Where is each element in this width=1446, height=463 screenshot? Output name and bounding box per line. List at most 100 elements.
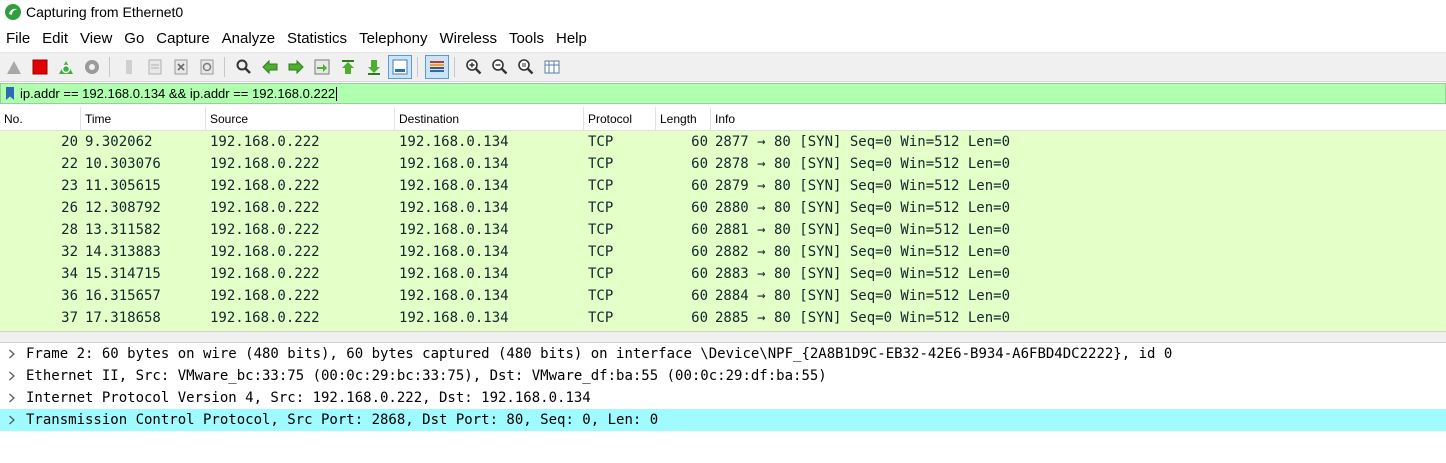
capture-options-button[interactable]: [80, 55, 104, 79]
chevron-right-icon[interactable]: [6, 365, 18, 387]
main-toolbar: [0, 52, 1446, 82]
cell-no: 22: [61, 156, 78, 172]
cell-destination: 192.168.0.134: [399, 178, 509, 194]
zoom-in-button[interactable]: [462, 55, 486, 79]
start-capture-button[interactable]: [2, 55, 26, 79]
detail-tree-label: Transmission Control Protocol, Src Port:…: [26, 412, 659, 428]
column-header-info[interactable]: Info: [711, 107, 1446, 131]
restart-capture-button[interactable]: [54, 55, 78, 79]
menu-telephony[interactable]: Telephony: [353, 28, 433, 50]
menu-analyze[interactable]: Analyze: [216, 28, 281, 50]
cell-protocol: TCP: [588, 134, 614, 150]
column-header-protocol[interactable]: Protocol: [584, 107, 656, 131]
detail-tree-row[interactable]: Transmission Control Protocol, Src Port:…: [0, 409, 1446, 431]
window-title: Capturing from Ethernet0: [26, 4, 184, 20]
cell-source: 192.168.0.222: [210, 200, 320, 216]
menu-bar: File Edit View Go Capture Analyze Statis…: [0, 28, 1446, 50]
cell-source: 192.168.0.222: [210, 134, 320, 150]
menu-wireless[interactable]: Wireless: [433, 28, 503, 50]
colorize-button[interactable]: [425, 55, 449, 79]
cell-source: 192.168.0.222: [210, 178, 320, 194]
detail-tree-row[interactable]: Frame 2: 60 bytes on wire (480 bits), 60…: [0, 343, 1446, 365]
detail-tree-label: Internet Protocol Version 4, Src: 192.16…: [26, 390, 591, 406]
packet-rows: 20 9.302062 192.168.0.222 192.168.0.134 TCP 6…: [0, 131, 1446, 331]
cell-source: 192.168.0.222: [210, 266, 320, 282]
close-file-button[interactable]: [169, 55, 193, 79]
packet-row[interactable]: 36 16.315657 192.168.0.222 192.168.0.134 TCP…: [0, 285, 1446, 307]
packet-row[interactable]: 20 9.302062 192.168.0.222 192.168.0.134 TCP 6…: [0, 131, 1446, 153]
cell-no: 23: [61, 178, 78, 194]
cell-time: 17.318658: [85, 310, 161, 326]
go-forward-icon: [288, 59, 304, 75]
chevron-right-icon[interactable]: [6, 387, 18, 409]
menu-help[interactable]: Help: [550, 28, 593, 50]
packet-row[interactable]: 23 11.305615 192.168.0.222 192.168.0.134 TCP…: [0, 175, 1446, 197]
zoom-out-button[interactable]: [488, 55, 512, 79]
packet-row[interactable]: 26 12.308792 192.168.0.222 192.168.0.134 TCP…: [0, 197, 1446, 219]
cell-time: 14.313883: [85, 244, 161, 260]
chevron-right-icon[interactable]: [6, 343, 18, 365]
go-to-packet-button[interactable]: [310, 55, 334, 79]
menu-go[interactable]: Go: [118, 28, 150, 50]
cell-destination: 192.168.0.134: [399, 266, 509, 282]
cell-time: 12.308792: [85, 200, 161, 216]
menu-statistics[interactable]: Statistics: [281, 28, 353, 50]
packet-row[interactable]: 22 10.303076 192.168.0.222 192.168.0.134 TCP…: [0, 153, 1446, 175]
packet-list: No. Time Source Destination Protocol Len…: [0, 107, 1446, 331]
autoscroll-button[interactable]: [388, 55, 412, 79]
go-back-button[interactable]: [258, 55, 282, 79]
cell-time: 16.315657: [85, 288, 161, 304]
display-filter-input[interactable]: ip.addr == 192.168.0.134 && ip.addr == 1…: [17, 84, 1445, 103]
reload-file-button[interactable]: [195, 55, 219, 79]
menu-tools[interactable]: Tools: [503, 28, 550, 50]
stop-capture-button[interactable]: [28, 55, 52, 79]
cell-destination: 192.168.0.134: [399, 244, 509, 260]
close-file-icon: [174, 59, 188, 75]
packet-row[interactable]: 32 14.313883 192.168.0.222 192.168.0.134 TCP…: [0, 241, 1446, 263]
cell-protocol: TCP: [588, 156, 614, 172]
go-first-icon: [342, 60, 354, 74]
filter-bookmark-button[interactable]: [3, 85, 17, 102]
packet-row[interactable]: 28 13.311582 192.168.0.222 192.168.0.134 TCP…: [0, 219, 1446, 241]
cell-source: 192.168.0.222: [210, 288, 320, 304]
cell-no: 37: [61, 310, 78, 326]
go-first-button[interactable]: [336, 55, 360, 79]
column-header-destination[interactable]: Destination: [395, 107, 584, 131]
pane-splitter[interactable]: [0, 331, 1446, 343]
go-forward-button[interactable]: [284, 55, 308, 79]
menu-capture[interactable]: Capture: [150, 28, 215, 50]
menu-file[interactable]: File: [0, 28, 36, 50]
detail-tree-row[interactable]: Internet Protocol Version 4, Src: 192.16…: [0, 387, 1446, 409]
cell-destination: 192.168.0.134: [399, 156, 509, 172]
column-header-source[interactable]: Source: [206, 107, 395, 131]
packet-list-header: No. Time Source Destination Protocol Len…: [0, 107, 1446, 131]
column-header-no[interactable]: No.: [0, 107, 81, 131]
cell-source: 192.168.0.222: [210, 222, 320, 238]
find-packet-button[interactable]: [232, 55, 256, 79]
normal-size-button[interactable]: [514, 55, 538, 79]
detail-tree-row[interactable]: Ethernet II, Src: VMware_bc:33:75 (00:0c…: [0, 365, 1446, 387]
open-file-icon: [126, 60, 132, 74]
packet-row[interactable]: 37 17.318658 192.168.0.222 192.168.0.134 TCP…: [0, 307, 1446, 329]
packet-details-pane: Frame 2: 60 bytes on wire (480 bits), 60…: [0, 343, 1446, 463]
chevron-right-icon[interactable]: [6, 409, 18, 431]
cell-no: 36: [61, 288, 78, 304]
column-header-length[interactable]: Length: [656, 107, 711, 131]
cell-time: 15.314715: [85, 266, 161, 282]
cell-protocol: TCP: [588, 200, 614, 216]
cell-no: 26: [61, 200, 78, 216]
packet-row[interactable]: 34 15.314715 192.168.0.222 192.168.0.134 TCP…: [0, 263, 1446, 285]
stop-capture-icon: [32, 59, 48, 75]
menu-view[interactable]: View: [74, 28, 118, 50]
save-file-button[interactable]: [143, 55, 167, 79]
cell-no: 20: [61, 134, 78, 150]
resize-columns-button[interactable]: [540, 55, 564, 79]
capture-options-icon: [85, 60, 99, 74]
go-last-button[interactable]: [362, 55, 386, 79]
title-bar: Capturing from Ethernet0: [0, 0, 1446, 24]
start-capture-icon: [7, 61, 21, 74]
open-file-button[interactable]: [117, 55, 141, 79]
column-header-time[interactable]: Time: [81, 107, 206, 131]
bookmark-icon: [6, 87, 14, 100]
menu-edit[interactable]: Edit: [36, 28, 74, 50]
